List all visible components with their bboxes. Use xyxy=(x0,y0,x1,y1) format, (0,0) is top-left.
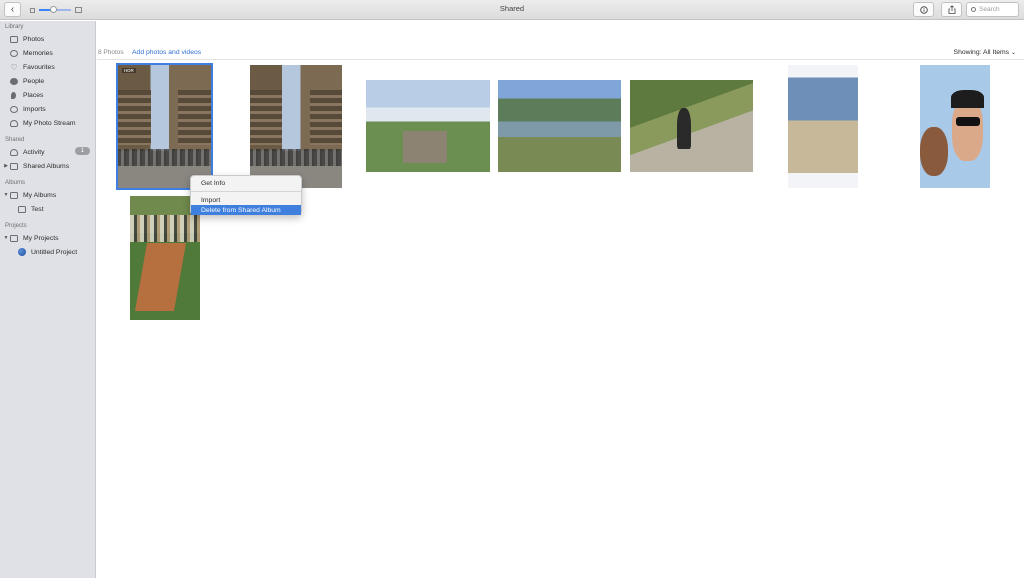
disclosure-right-icon[interactable]: ▶ xyxy=(3,163,9,169)
sidebar-item-label: Photos xyxy=(23,35,45,43)
photo-thumbnail[interactable] xyxy=(630,80,753,172)
section-title-library: Library xyxy=(5,24,24,30)
photo-thumbnail[interactable] xyxy=(130,196,200,320)
add-photos-link[interactable]: Add photos and videos xyxy=(132,49,201,56)
sidebar-item-label: Shared Albums xyxy=(23,162,70,170)
photo-detail xyxy=(130,214,200,242)
project-icon xyxy=(18,248,26,256)
sidebar-item-favourites[interactable]: ♡ Favourites xyxy=(0,61,95,73)
photo-detail xyxy=(134,243,186,312)
photo-thumbnail[interactable] xyxy=(920,65,990,188)
search-icon xyxy=(971,7,976,12)
share-button[interactable] xyxy=(941,2,962,17)
sidebar-item-activity[interactable]: Activity 1 xyxy=(0,146,95,158)
sidebar-item-label: My Albums xyxy=(23,191,57,199)
menu-item-import[interactable]: Import xyxy=(191,195,301,205)
sidebar-item-label: Test xyxy=(31,205,44,213)
share-icon xyxy=(948,5,955,14)
photo-detail xyxy=(309,89,342,145)
sidebar-item-my-projects[interactable]: ▼ My Projects xyxy=(0,232,95,244)
window-title: Shared xyxy=(499,4,525,13)
album-icon xyxy=(10,234,18,242)
photo-detail xyxy=(250,148,342,166)
sidebar-item-my-photo-stream[interactable]: My Photo Stream xyxy=(0,117,95,129)
photo-detail xyxy=(956,116,981,127)
section-title-projects: Projects xyxy=(5,223,27,229)
cloud-icon xyxy=(10,148,18,156)
memories-icon xyxy=(10,49,18,57)
menu-item-get-info[interactable]: Get Info xyxy=(191,178,301,188)
menu-separator xyxy=(191,191,301,192)
info-icon xyxy=(919,5,928,14)
sidebar-item-label: People xyxy=(23,77,45,85)
sidebar-item-label: My Projects xyxy=(23,234,59,242)
photo-detail xyxy=(920,126,948,176)
photo-detail xyxy=(250,89,283,145)
photo-detail xyxy=(118,148,211,166)
person-icon xyxy=(10,77,18,85)
photo-count: 8 Photos xyxy=(98,49,124,56)
showing-filter[interactable]: Showing: All Items ⌄ xyxy=(954,49,1016,56)
sidebar: Library Photos Memories ♡ Favourites Peo… xyxy=(0,21,96,578)
sidebar-item-photos[interactable]: Photos xyxy=(0,33,95,45)
photo-detail xyxy=(950,89,985,109)
sidebar-item-memories[interactable]: Memories xyxy=(0,47,95,59)
photo-detail xyxy=(118,89,151,145)
info-button[interactable] xyxy=(913,2,934,17)
header-divider xyxy=(97,59,1024,60)
main-content: 8 Photos Add photos and videos Showing: … xyxy=(97,21,1024,578)
sidebar-item-label: My Photo Stream xyxy=(23,119,76,127)
photos-window: ‹ Shared Library Photos xyxy=(0,0,1024,578)
search-input[interactable] xyxy=(979,6,1017,13)
cloud-icon xyxy=(10,119,18,127)
album-icon xyxy=(10,162,18,170)
sidebar-item-places[interactable]: Places xyxy=(0,89,95,101)
photo-thumbnail[interactable] xyxy=(366,80,490,172)
section-title-albums: Albums xyxy=(5,180,26,186)
disclosure-down-icon[interactable]: ▼ xyxy=(3,192,9,198)
photo-detail xyxy=(403,130,447,163)
photo-detail xyxy=(178,89,211,145)
photo-thumbnail[interactable] xyxy=(250,65,342,188)
sidebar-item-label: Activity xyxy=(23,148,45,156)
chevron-down-icon: ⌄ xyxy=(1010,50,1016,56)
search-field[interactable] xyxy=(966,2,1019,17)
photo-detail xyxy=(676,107,692,149)
hdr-badge: HDR xyxy=(122,68,136,73)
photo-thumbnail[interactable] xyxy=(788,65,858,188)
activity-count-badge: 1 xyxy=(74,147,90,155)
sidebar-item-label: Places xyxy=(23,91,44,99)
photos-icon xyxy=(10,35,18,43)
photo-thumbnail[interactable]: HDR xyxy=(116,63,213,190)
sidebar-item-label: Memories xyxy=(23,49,53,57)
sidebar-item-label: Imports xyxy=(23,105,46,113)
photo-detail xyxy=(951,99,983,161)
context-menu: Get Info Import Delete from Shared Album xyxy=(190,175,302,215)
sidebar-item-my-albums[interactable]: ▼ My Albums xyxy=(0,189,95,201)
sidebar-item-people[interactable]: People xyxy=(0,75,95,87)
sidebar-item-test[interactable]: Test xyxy=(0,203,95,215)
sidebar-item-label: Favourites xyxy=(23,63,55,71)
toolbar: ‹ Shared xyxy=(0,0,1024,20)
album-icon xyxy=(10,191,18,199)
photo-thumbnail[interactable] xyxy=(498,80,621,172)
album-icon xyxy=(18,205,26,213)
pin-icon xyxy=(11,91,16,99)
showing-label: Showing: All Items xyxy=(953,49,1010,56)
imports-icon xyxy=(10,105,18,113)
sidebar-item-shared-albums[interactable]: ▶ Shared Albums xyxy=(0,160,95,172)
disclosure-down-icon[interactable]: ▼ xyxy=(3,235,9,241)
heart-icon: ♡ xyxy=(10,62,18,72)
section-title-shared: Shared xyxy=(5,137,25,143)
menu-item-delete-from-shared-album[interactable]: Delete from Shared Album xyxy=(191,205,301,215)
sidebar-item-imports[interactable]: Imports xyxy=(0,103,95,115)
sidebar-item-untitled-project[interactable]: Untitled Project xyxy=(0,246,95,258)
sidebar-item-label: Untitled Project xyxy=(31,248,78,256)
